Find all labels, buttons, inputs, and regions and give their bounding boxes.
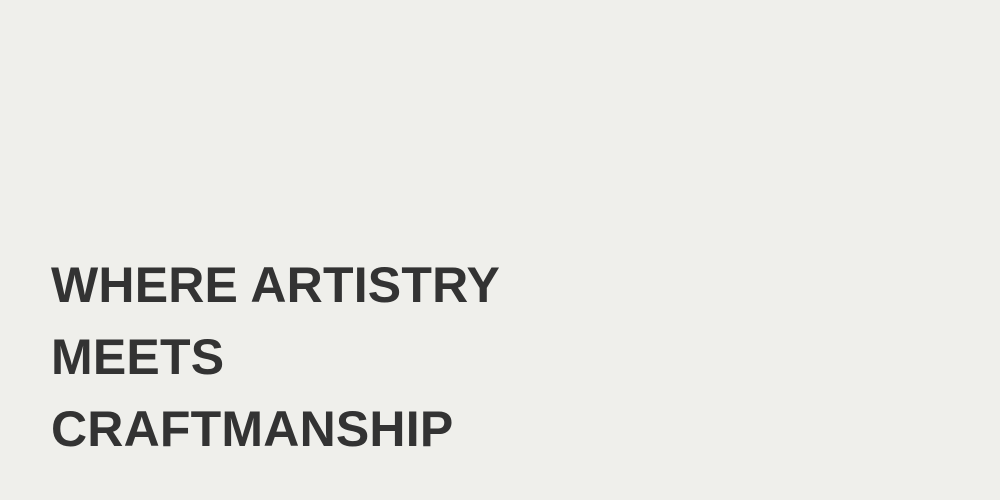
- hero-heading-line-2: MEETS: [51, 329, 225, 385]
- hero-heading-line-1: WHERE ARTISTRY: [51, 257, 501, 313]
- hero-heading-line-3: CRAFTMANSHIP: [51, 401, 454, 457]
- hero-heading: WHERE ARTISTRY MEETS CRAFTMANSHIP: [51, 249, 951, 465]
